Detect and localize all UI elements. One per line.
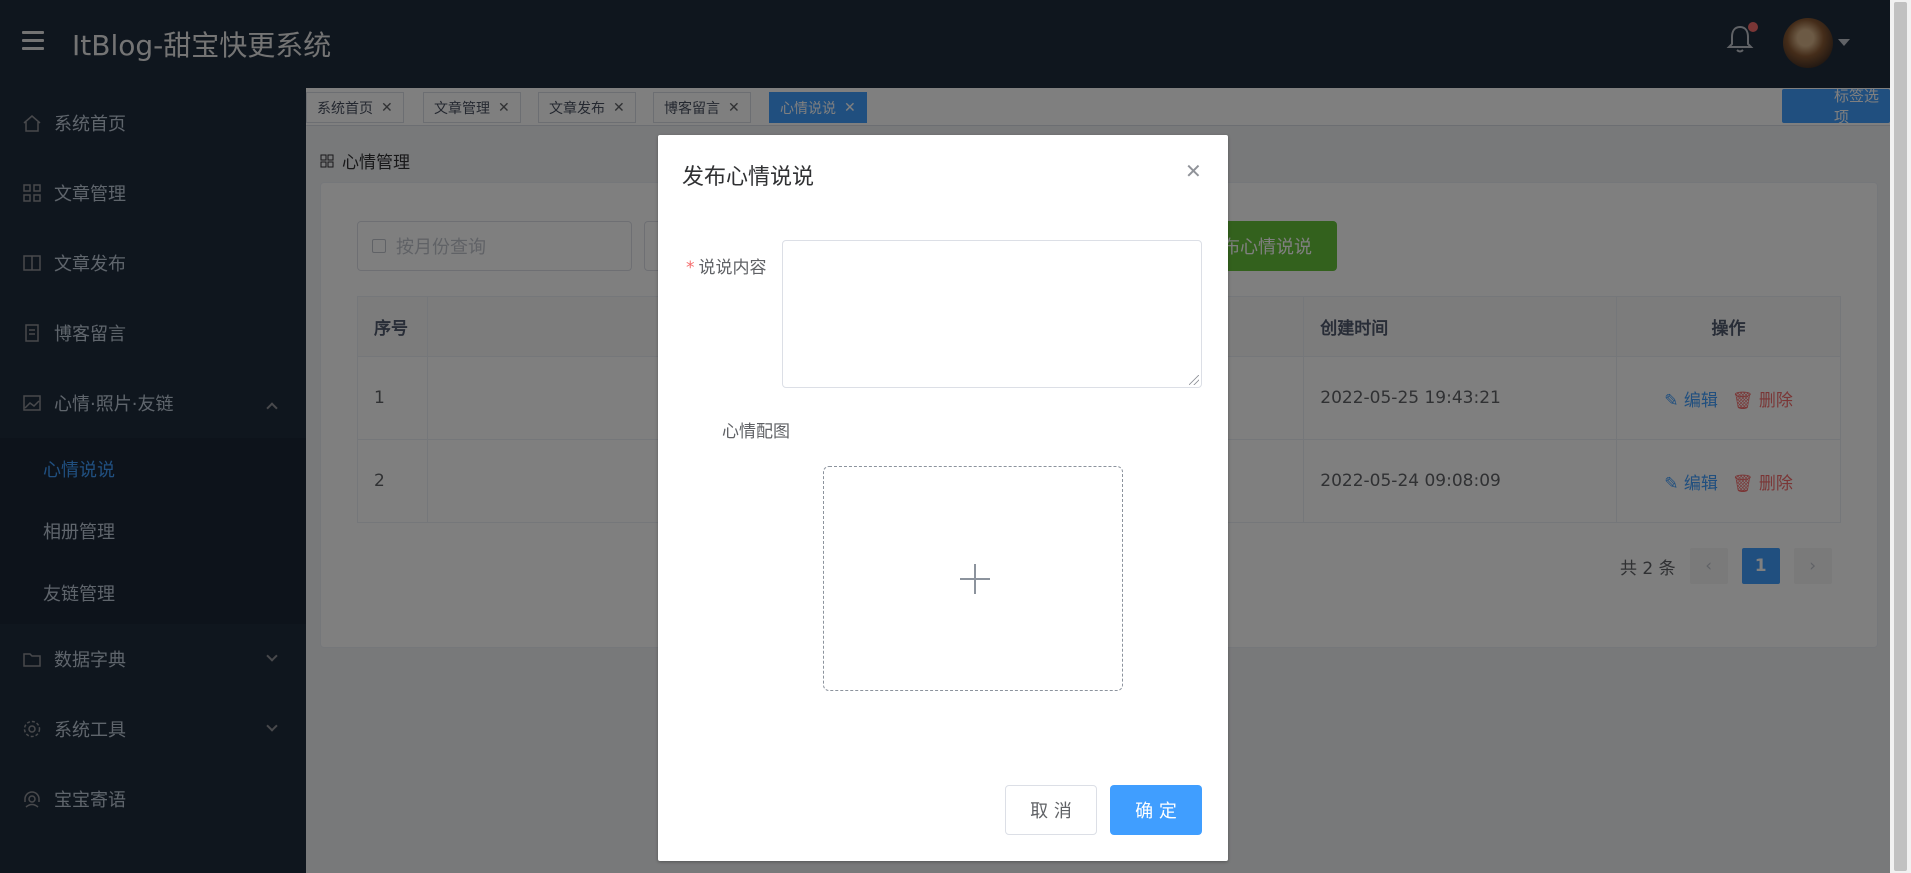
confirm-button[interactable]: 确 定 (1110, 785, 1202, 835)
publish-mood-dialog: 发布心情说说 ✕ * 说说内容 心情配图 取 消 确 定 (658, 135, 1228, 861)
resize-handle-icon[interactable] (1189, 375, 1199, 385)
cancel-button[interactable]: 取 消 (1005, 785, 1097, 835)
image-uploader[interactable] (823, 466, 1123, 691)
image-field-label: 心情配图 (722, 422, 790, 442)
content-field-label: * 说说内容 (686, 253, 767, 278)
content-label-text: 说说内容 (698, 258, 767, 278)
required-mark: * (686, 258, 695, 278)
scrollbar[interactable] (1890, 0, 1911, 873)
plus-icon (974, 564, 976, 594)
scrollbar-thumb[interactable] (1894, 2, 1907, 871)
close-icon[interactable]: ✕ (1185, 159, 1202, 183)
dialog-title: 发布心情说说 (682, 165, 815, 190)
mood-content-textarea[interactable] (782, 240, 1202, 388)
